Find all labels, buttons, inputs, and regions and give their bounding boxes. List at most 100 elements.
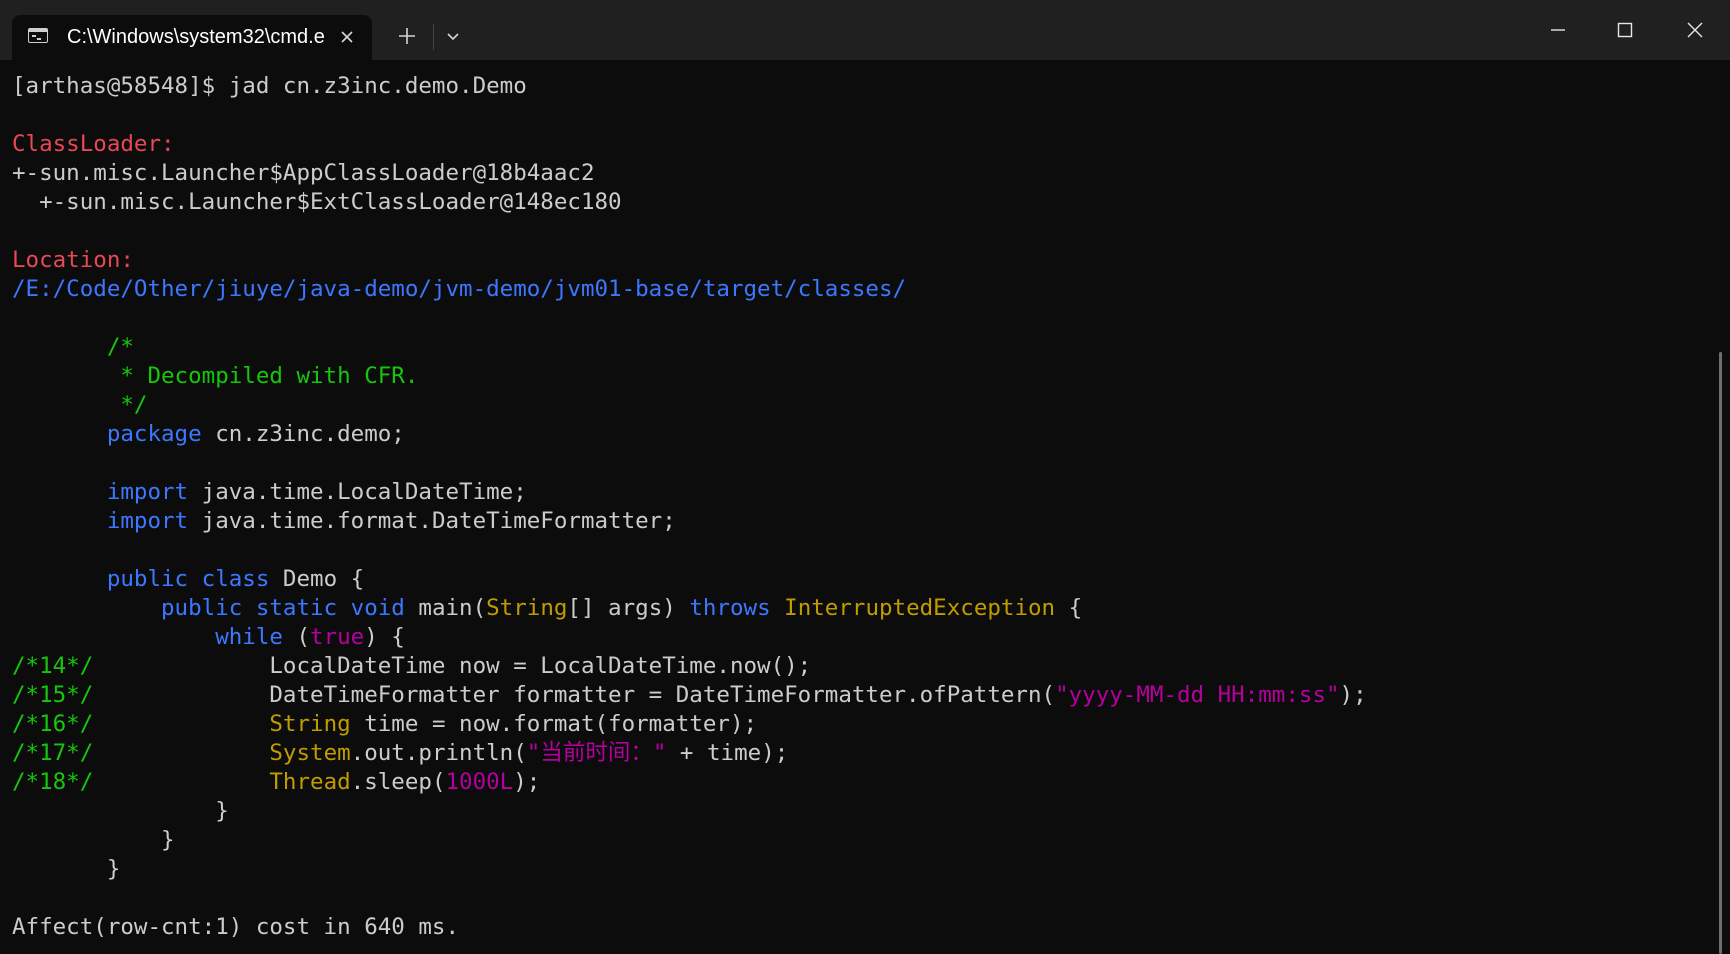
console-text: ClassLoader: xyxy=(12,131,175,157)
console-line: package cn.z3inc.demo; xyxy=(12,420,1367,449)
console-line: public static void main(String[] args) t… xyxy=(12,594,1367,623)
console-text: public static void xyxy=(161,595,405,621)
console-line: [arthas@58548]$ jad cn.z3inc.demo.Demo xyxy=(12,72,1367,101)
tab-dropdown-button[interactable] xyxy=(438,20,468,52)
plus-icon xyxy=(399,28,415,44)
console-text: InterruptedException xyxy=(784,595,1056,621)
console-line: } xyxy=(12,826,1367,855)
console-text: throws xyxy=(689,595,771,621)
console-text: time = now.format(formatter); xyxy=(350,711,758,737)
minimize-icon xyxy=(1551,29,1565,31)
console-line: +-sun.misc.Launcher$AppClassLoader@18b4a… xyxy=(12,159,1367,188)
console-text: import xyxy=(106,508,189,534)
console-text: ( xyxy=(282,624,311,650)
console-text: } xyxy=(12,856,121,882)
console-text: DateTimeFormatter formatter = DateTimeFo… xyxy=(93,682,1056,708)
console-line: * Decompiled with CFR. xyxy=(12,362,1367,391)
console-text: /*16*/ xyxy=(12,711,94,737)
console-text: Demo { xyxy=(269,566,365,592)
console-line: } xyxy=(12,855,1367,884)
console-text: String xyxy=(486,595,568,621)
terminal-output[interactable]: [arthas@58548]$ jad cn.z3inc.demo.Demo C… xyxy=(0,60,1714,954)
console-text: ); xyxy=(513,769,541,795)
console-text: "当前时间：" xyxy=(526,740,667,766)
console-line: /*15*/ DateTimeFormatter formatter = Dat… xyxy=(12,681,1367,710)
console-line: /*17*/ System.out.println("当前时间：" + time… xyxy=(12,739,1367,768)
console-line: +-sun.misc.Launcher$ExtClassLoader@148ec… xyxy=(12,188,1367,217)
console-lines: [arthas@58548]$ jad cn.z3inc.demo.Demo C… xyxy=(12,72,1367,942)
minimize-button[interactable] xyxy=(1535,14,1581,46)
console-text: /*17*/ xyxy=(12,740,94,766)
console-text: import xyxy=(106,479,189,505)
scrollbar[interactable] xyxy=(1714,60,1730,954)
console-line: /*16*/ String time = now.format(formatte… xyxy=(12,710,1367,739)
console-text: * Decompiled with CFR. xyxy=(12,363,419,389)
console-text: String xyxy=(269,711,351,737)
console-text: [arthas@58548]$ jad cn.z3inc.demo.Demo xyxy=(12,73,527,99)
close-icon xyxy=(341,31,353,43)
console-text: ) { xyxy=(364,624,405,650)
terminal-tab[interactable]: C:\Windows\system32\cmd.exe xyxy=(12,15,372,60)
chevron-down-icon xyxy=(447,33,459,41)
console-line: */ xyxy=(12,391,1367,420)
tab-title: C:\Windows\system32\cmd.exe xyxy=(67,26,325,48)
console-text: main( xyxy=(404,595,487,621)
console-text: /*15*/ xyxy=(12,682,94,708)
console-line: while (true) { xyxy=(12,623,1367,652)
title-bar[interactable]: C:\Windows\system32\cmd.exe xyxy=(0,0,1730,60)
console-text: while xyxy=(215,624,283,650)
console-text: + time); xyxy=(666,740,789,766)
close-icon xyxy=(1687,22,1703,38)
console-text: Affect(row-cnt:1) cost in 640 ms. xyxy=(12,914,460,940)
tab-separator xyxy=(433,24,434,50)
console-text: java.time.LocalDateTime; xyxy=(188,479,527,505)
console-text: java.time.format.DateTimeFormatter; xyxy=(188,508,676,534)
terminal-window: C:\Windows\system32\cmd.exe [arthas@5854… xyxy=(0,0,1730,954)
maximize-button[interactable] xyxy=(1602,14,1648,46)
console-text: true xyxy=(310,624,365,650)
terminal-icon xyxy=(28,28,48,43)
console-text: package xyxy=(106,421,202,447)
console-text: /*18*/ xyxy=(12,769,94,795)
console-text: cn.z3inc.demo; xyxy=(201,421,405,447)
console-text: +-sun.misc.Launcher$AppClassLoader@18b4a… xyxy=(12,160,595,186)
console-line: ClassLoader: xyxy=(12,130,1367,159)
console-text: LocalDateTime now = LocalDateTime.now(); xyxy=(93,653,812,679)
maximize-icon xyxy=(1617,22,1633,38)
console-line: /*14*/ LocalDateTime now = LocalDateTime… xyxy=(12,652,1367,681)
console-text: System xyxy=(269,740,351,766)
console-line: Affect(row-cnt:1) cost in 640 ms. xyxy=(12,913,1367,942)
console-text: .out.println( xyxy=(350,740,527,766)
console-text: */ xyxy=(12,392,148,418)
close-tab-button[interactable] xyxy=(334,24,360,50)
console-line: import java.time.format.DateTimeFormatte… xyxy=(12,507,1367,536)
close-window-button[interactable] xyxy=(1672,14,1718,46)
console-text: "yyyy-MM-dd HH:mm:ss" xyxy=(1055,682,1340,708)
console-text: public class xyxy=(106,566,270,592)
console-line: Location: xyxy=(12,246,1367,275)
console-text: +-sun.misc.Launcher$ExtClassLoader@148ec… xyxy=(12,189,622,215)
scrollbar-thumb[interactable] xyxy=(1719,352,1722,954)
console-text: Location: xyxy=(12,247,134,273)
console-line: /*18*/ Thread.sleep(1000L); xyxy=(12,768,1367,797)
console-text: .sleep( xyxy=(350,769,446,795)
console-text: /*14*/ xyxy=(12,653,94,679)
console-text: } xyxy=(12,827,175,853)
console-line: import java.time.LocalDateTime; xyxy=(12,478,1367,507)
new-tab-button[interactable] xyxy=(390,20,424,52)
console-line: /* xyxy=(12,333,1367,362)
